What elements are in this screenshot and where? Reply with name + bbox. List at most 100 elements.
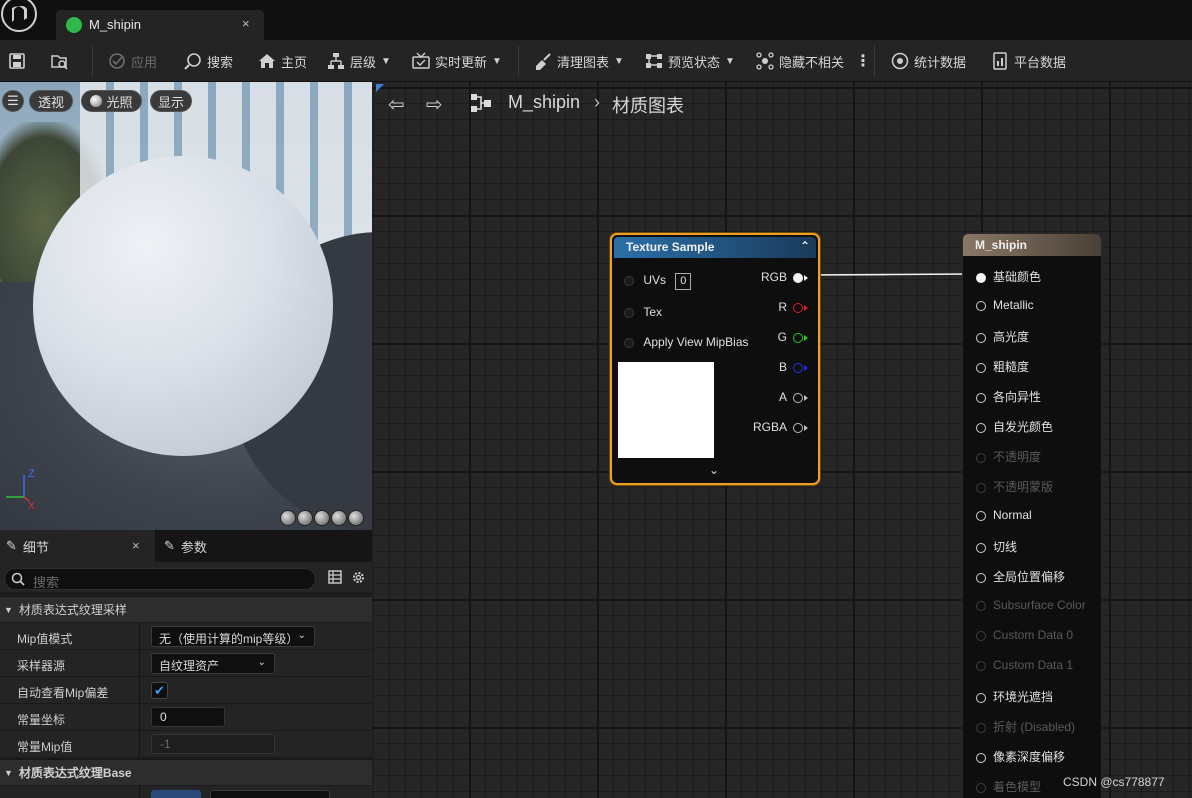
forward-arrow-icon[interactable]: ⇨: [426, 92, 443, 117]
more-options-button[interactable]: ⋮: [855, 40, 871, 82]
details-search-input[interactable]: 搜索: [4, 568, 316, 590]
input-pin-tex[interactable]: Tex: [624, 305, 662, 319]
material-pin[interactable]: 基础颜色: [976, 268, 1041, 285]
search-button[interactable]: 搜索: [184, 40, 233, 82]
texture-asset-dropdown[interactable]: [210, 790, 330, 798]
toolbar: 应用 搜索 主页 层级 ▼ 实时更新 ▼ 清理图表 ▼ 预览状态 ▼ 隐藏不相关…: [0, 40, 1192, 82]
unreal-logo-icon[interactable]: [0, 0, 40, 34]
details-tab-strip: ✎ 细节 × ✎ 参数: [0, 530, 372, 562]
output-pin-rgb[interactable]: RGB: [761, 270, 808, 284]
material-pin[interactable]: 像素深度偏移: [976, 748, 1065, 765]
material-icon: [66, 17, 82, 33]
input-pin-uvs[interactable]: UVs 0: [624, 273, 692, 290]
tab-parameters-label: 参数: [180, 539, 207, 555]
material-pin: 不透明度: [976, 448, 1041, 465]
auto-mip-checkbox[interactable]: ✔: [151, 682, 168, 699]
pin-label: 折射 (Disabled): [993, 720, 1076, 734]
preview-state-label: 预览状态: [668, 54, 721, 70]
output-pin-b[interactable]: B: [779, 360, 808, 374]
gear-icon[interactable]: [351, 570, 366, 585]
pin-arrow-icon: [804, 394, 808, 401]
perspective-button[interactable]: 透视: [29, 90, 73, 112]
material-pin[interactable]: 粗糙度: [976, 358, 1029, 375]
plane-preview-icon[interactable]: [314, 510, 330, 526]
pin-icon: [976, 692, 986, 703]
live-update-icon: [412, 52, 430, 69]
material-preview-viewport[interactable]: ☰ 透视 光照 显示 Z X: [0, 82, 372, 530]
input-pin-apply-view-mipbias[interactable]: Apply View MipBias: [624, 335, 749, 349]
apply-button[interactable]: 应用: [108, 40, 157, 82]
tab-material[interactable]: M_shipin ×: [56, 10, 264, 40]
lit-button[interactable]: 光照: [81, 90, 142, 112]
close-icon[interactable]: ×: [242, 16, 250, 31]
section-texture-base[interactable]: ▼ 材质表达式纹理Base: [0, 759, 372, 785]
material-result-node[interactable]: M_shipin 基础颜色 Metallic 高光度粗糙度各向异性自发光颜色不透明度…: [962, 233, 1102, 798]
output-pin-a[interactable]: A: [779, 390, 808, 404]
output-pin-g[interactable]: G: [778, 330, 808, 344]
material-pin[interactable]: 高光度: [976, 328, 1029, 345]
mip-mode-dropdown[interactable]: 无（使用计算的mip等级） ⌄: [151, 626, 315, 647]
back-arrow-icon[interactable]: ⇦: [388, 92, 405, 117]
cylinder-preview-icon[interactable]: [280, 510, 296, 526]
clean-graph-button[interactable]: 清理图表 ▼: [534, 40, 624, 82]
chevron-down-icon: ▼: [381, 55, 391, 67]
hierarchy-label: 层级: [350, 54, 377, 70]
uv-index-input[interactable]: 0: [675, 273, 692, 290]
hierarchy-button[interactable]: 层级 ▼: [327, 40, 391, 82]
chevron-down-icon[interactable]: ⌄: [709, 463, 719, 477]
pin-label: 环境光遮挡: [993, 690, 1054, 704]
material-pin[interactable]: 自发光颜色: [976, 418, 1053, 435]
preview-sphere: [33, 156, 333, 456]
stats-button[interactable]: 统计数据: [891, 40, 966, 82]
output-pin-rgba[interactable]: RGBA: [753, 420, 808, 434]
hide-unrelated-button[interactable]: 隐藏不相关: [756, 40, 844, 82]
save-icon: [9, 53, 25, 69]
preview-state-button[interactable]: 预览状态 ▼: [645, 40, 735, 82]
pin-icon: [976, 482, 986, 493]
material-pin[interactable]: 切线: [976, 538, 1017, 555]
table-view-icon[interactable]: [328, 570, 342, 584]
material-pin[interactable]: 各向异性: [976, 388, 1041, 405]
breadcrumb-root[interactable]: M_shipin: [508, 92, 580, 113]
material-graph-canvas[interactable]: ⇦ ⇨ M_shipin › 材质图表 Texture Sample ⌃ UVs…: [372, 82, 1192, 798]
const-coord-input[interactable]: 0: [151, 707, 225, 727]
cube-preview-icon[interactable]: [331, 510, 347, 526]
pin-label: Custom Data 1: [993, 658, 1074, 672]
save-button[interactable]: [8, 40, 26, 82]
live-update-button[interactable]: 实时更新 ▼: [412, 40, 502, 82]
preview-mesh-selector: [280, 510, 370, 528]
texture-sample-node-header[interactable]: Texture Sample ⌃: [614, 237, 816, 258]
pin-icon: [976, 630, 986, 641]
close-icon[interactable]: ×: [132, 538, 140, 553]
pin-label: 自发光颜色: [993, 420, 1054, 434]
material-pin[interactable]: Metallic: [976, 298, 1034, 312]
material-result-node-header[interactable]: M_shipin: [963, 234, 1101, 256]
texture-sample-node[interactable]: Texture Sample ⌃ UVs 0 Tex Apply View Mi…: [610, 233, 820, 485]
prop-row-auto-mip: 自动查看Mip偏差 ✔: [0, 677, 372, 704]
pin-label: 粗糙度: [993, 360, 1030, 374]
show-button[interactable]: 显示: [150, 90, 192, 112]
material-pin[interactable]: 全局位置偏移: [976, 568, 1065, 585]
lit-label: 光照: [106, 94, 133, 110]
chevron-up-icon[interactable]: ⌃: [800, 239, 810, 253]
texture-thumbnail[interactable]: [151, 790, 201, 798]
material-pin[interactable]: Normal: [976, 508, 1032, 522]
section-texture-sample[interactable]: ▼ 材质表达式纹理采样: [0, 596, 372, 622]
tab-parameters[interactable]: ✎ 参数: [158, 530, 207, 562]
material-pin[interactable]: 环境光遮挡: [976, 688, 1053, 705]
pin-icon: [976, 722, 986, 733]
platform-stats-button[interactable]: 平台数据: [991, 40, 1066, 82]
show-label: 显示: [157, 94, 184, 110]
chevron-down-icon: ▼: [614, 55, 624, 67]
custom-mesh-preview-icon[interactable]: [348, 510, 364, 526]
sphere-preview-icon[interactable]: [297, 510, 313, 526]
home-button[interactable]: 主页: [258, 40, 307, 82]
texture-sample-title: Texture Sample: [626, 240, 715, 254]
prop-row-sampler-source: 采样器源 自纹理资产 ⌄: [0, 650, 372, 677]
viewport-menu-button[interactable]: ☰: [2, 90, 24, 112]
output-pin-r[interactable]: R: [778, 300, 808, 314]
broom-icon: [536, 53, 551, 70]
pin-label: Metallic: [993, 298, 1034, 312]
sampler-source-dropdown[interactable]: 自纹理资产 ⌄: [151, 653, 275, 674]
browse-button[interactable]: [50, 40, 68, 82]
